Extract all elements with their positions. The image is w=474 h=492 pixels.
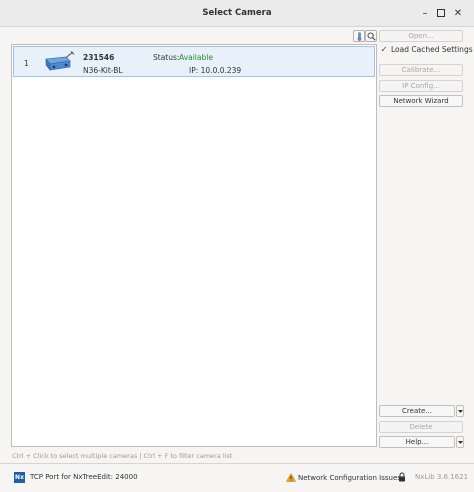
delete-button[interactable]: Delete <box>379 421 463 433</box>
status-bar: Nx TCP Port for NxTreeEdit: 24000 Networ… <box>0 463 474 492</box>
camera-row[interactable]: 1 231546 N36-Kit-BL Status: Available IP… <box>13 46 375 77</box>
network-issues-link[interactable]: Network Configuration Issues <box>286 473 401 482</box>
stereo-camera-icon <box>45 51 75 71</box>
network-issues-label: Network Configuration Issues <box>298 473 401 482</box>
nxlib-logo-icon: Nx <box>14 472 25 483</box>
create-dropdown-arrow[interactable] <box>456 405 464 417</box>
camera-serial: 231546 <box>83 53 115 62</box>
ip-config-button[interactable]: IP Config... <box>379 80 463 92</box>
tcp-port-label: TCP Port for NxTreeEdit: 24000 <box>30 473 138 481</box>
search-button[interactable] <box>365 30 377 42</box>
lock-icon[interactable] <box>398 472 406 482</box>
checkmark-icon: ✓ <box>380 44 388 54</box>
title-bar: Select Camera – ✕ <box>0 0 474 27</box>
chevron-down-icon <box>457 440 463 444</box>
version-label: NxLib 3.6.1621 <box>415 473 469 481</box>
window-title: Select Camera <box>202 8 272 18</box>
maximize-icon[interactable] <box>434 6 448 20</box>
close-icon[interactable]: ✕ <box>451 6 465 20</box>
load-cached-settings-label: Load Cached Settings <box>391 45 473 54</box>
row-index: 1 <box>24 59 29 68</box>
minimize-icon[interactable]: – <box>418 6 432 20</box>
chevron-down-icon <box>457 409 463 413</box>
camera-model: N36-Kit-BL <box>83 66 123 75</box>
open-button[interactable]: Open... <box>379 30 463 42</box>
calibrate-button[interactable]: Calibrate... <box>379 64 463 76</box>
camera-list[interactable]: 1 231546 N36-Kit-BL Status: Available IP… <box>11 44 377 447</box>
help-button[interactable]: Help... <box>379 436 455 448</box>
search-icon <box>367 32 376 41</box>
list-hint: Ctrl + Click to select multiple cameras … <box>12 452 233 460</box>
network-wizard-button[interactable]: Network Wizard <box>379 95 463 107</box>
thermometer-icon <box>357 31 361 41</box>
warning-icon <box>286 473 296 482</box>
create-button[interactable]: Create... <box>379 405 455 417</box>
help-dropdown-arrow[interactable] <box>456 436 464 448</box>
camera-ip: IP: 10.0.0.239 <box>189 66 242 75</box>
load-cached-settings-checkbox[interactable]: ✓ Load Cached Settings <box>380 45 473 54</box>
temperature-filter-button[interactable] <box>353 30 365 42</box>
status-value: Available <box>179 53 213 62</box>
status-label: Status: <box>153 53 180 62</box>
